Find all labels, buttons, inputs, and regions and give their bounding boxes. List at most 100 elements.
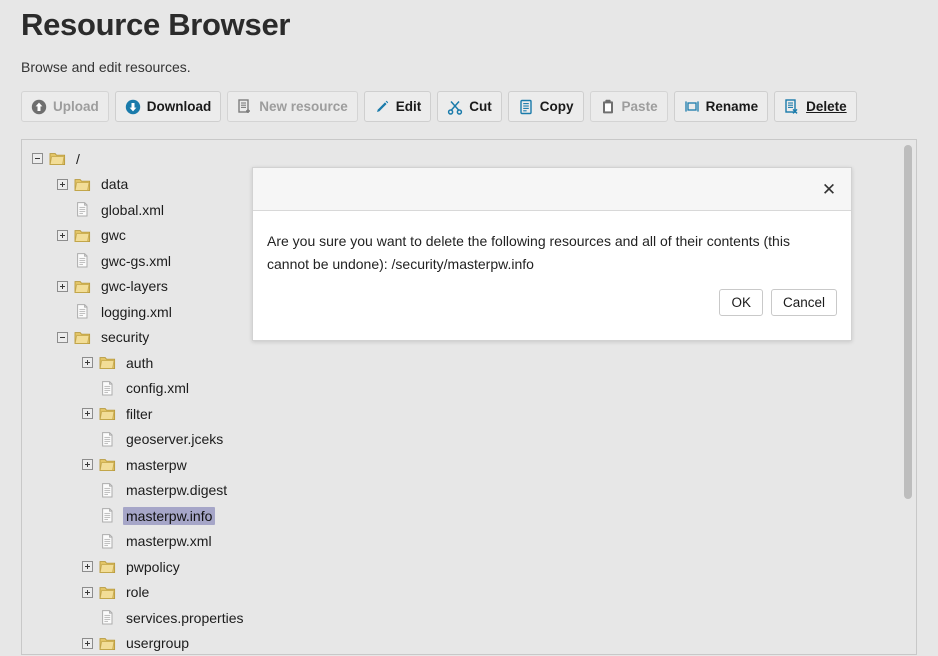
copy-button[interactable]: Copy bbox=[507, 91, 584, 122]
file-icon bbox=[99, 431, 116, 448]
tree-node[interactable]: masterpw.info bbox=[22, 503, 916, 529]
tree-node-label[interactable]: data bbox=[98, 175, 131, 193]
toolbar-button-label: Paste bbox=[621, 99, 658, 114]
tree-node-spacer bbox=[82, 536, 93, 547]
tree-node-label[interactable]: masterpw bbox=[123, 456, 190, 474]
toolbar-button-label: Upload bbox=[53, 99, 99, 114]
tree-node-spacer bbox=[82, 485, 93, 496]
folder-icon bbox=[74, 227, 91, 244]
tree-node-label[interactable]: masterpw.info bbox=[123, 506, 216, 525]
tree-node-label[interactable]: auth bbox=[123, 354, 156, 372]
collapse-node-icon[interactable] bbox=[57, 331, 68, 343]
tree-node-spacer bbox=[82, 383, 93, 394]
folder-icon bbox=[99, 354, 116, 371]
tree-node[interactable]: geoserver.jceks bbox=[22, 427, 916, 453]
tree-node[interactable]: pwpolicy bbox=[22, 554, 916, 580]
folder-icon bbox=[49, 150, 66, 167]
expand-node-icon[interactable] bbox=[82, 586, 93, 598]
tree-node[interactable]: config.xml bbox=[22, 376, 916, 402]
tree-node[interactable]: services.properties bbox=[22, 605, 916, 631]
folder-icon bbox=[99, 456, 116, 473]
folder-icon bbox=[74, 176, 91, 193]
tree-node-label[interactable]: services.properties bbox=[123, 609, 247, 627]
tree-node-label[interactable]: masterpw.digest bbox=[123, 481, 230, 499]
upload-button: Upload bbox=[21, 91, 109, 122]
expand-node-icon[interactable] bbox=[82, 357, 93, 369]
tree-node-label[interactable]: usergroup bbox=[123, 634, 192, 652]
expand-node-icon[interactable] bbox=[82, 459, 93, 471]
expand-node-icon[interactable] bbox=[57, 229, 68, 241]
file-icon bbox=[99, 533, 116, 550]
tree-node[interactable]: role bbox=[22, 580, 916, 606]
close-icon[interactable]: ✕ bbox=[817, 177, 841, 201]
tree-vertical-scrollbar[interactable] bbox=[901, 141, 915, 654]
download-button[interactable]: Download bbox=[114, 91, 222, 122]
dialog-body: Are you sure you want to delete the foll… bbox=[253, 211, 851, 316]
tree-node-label[interactable]: masterpw.xml bbox=[123, 532, 215, 550]
download-circle-icon bbox=[125, 99, 141, 115]
tree-node-label[interactable]: gwc-gs.xml bbox=[98, 252, 174, 270]
file-icon bbox=[99, 380, 116, 397]
cut-button[interactable]: Cut bbox=[437, 91, 502, 122]
new-resource-button: New resource bbox=[227, 91, 358, 122]
paste-button: Paste bbox=[589, 91, 668, 122]
folder-icon bbox=[74, 278, 91, 295]
dialog-message: Are you sure you want to delete the foll… bbox=[267, 233, 790, 272]
scissors-icon bbox=[447, 99, 463, 115]
copy-document-icon bbox=[518, 99, 534, 115]
cancel-button[interactable]: Cancel bbox=[770, 289, 837, 316]
folder-icon bbox=[99, 405, 116, 422]
file-icon bbox=[74, 303, 91, 320]
file-icon bbox=[99, 609, 116, 626]
tree-node-label[interactable]: geoserver.jceks bbox=[123, 430, 226, 448]
tree-node-label[interactable]: config.xml bbox=[123, 379, 192, 397]
toolbar-button-label: Cut bbox=[469, 99, 492, 114]
folder-icon bbox=[99, 635, 116, 652]
expand-node-icon[interactable] bbox=[57, 178, 68, 190]
delete-button[interactable]: Delete bbox=[774, 91, 857, 122]
toolbar-button-label: Delete bbox=[806, 99, 847, 114]
edit-button[interactable]: Edit bbox=[363, 91, 432, 122]
expand-node-icon[interactable] bbox=[82, 637, 93, 649]
tree-node-label[interactable]: pwpolicy bbox=[123, 558, 183, 576]
tree-node-label[interactable]: gwc bbox=[98, 226, 129, 244]
toolbar-button-label: Edit bbox=[395, 99, 422, 114]
resource-browser-page: Resource Browser Browse and edit resourc… bbox=[0, 0, 938, 656]
collapse-node-icon[interactable] bbox=[32, 153, 43, 165]
ok-button[interactable]: OK bbox=[719, 289, 763, 316]
file-icon bbox=[74, 252, 91, 269]
rename-button[interactable]: Rename bbox=[673, 91, 769, 122]
tree-node[interactable]: auth bbox=[22, 350, 916, 376]
tree-node[interactable]: masterpw.xml bbox=[22, 529, 916, 555]
tree-node-label[interactable]: logging.xml bbox=[98, 303, 175, 321]
delete-document-icon bbox=[784, 98, 800, 115]
tree-node[interactable]: masterpw bbox=[22, 452, 916, 478]
clipboard-icon bbox=[600, 99, 616, 115]
folder-icon bbox=[99, 558, 116, 575]
file-icon bbox=[74, 201, 91, 218]
toolbar-button-label: Download bbox=[146, 99, 212, 114]
toolbar: Upload Download New resource Edit Cut Copy Pas… bbox=[21, 91, 857, 122]
tree-node[interactable]: masterpw.digest bbox=[22, 478, 916, 504]
expand-node-icon[interactable] bbox=[82, 561, 93, 573]
expand-node-icon[interactable] bbox=[82, 408, 93, 420]
tree-node-label[interactable]: / bbox=[73, 150, 83, 168]
tree-node-label[interactable]: role bbox=[123, 583, 152, 601]
dialog-header: ✕ bbox=[253, 168, 851, 211]
tree-node-label[interactable]: security bbox=[98, 328, 152, 346]
tree-node[interactable]: filter bbox=[22, 401, 916, 427]
tree-node-spacer bbox=[57, 204, 68, 215]
tree-node-spacer bbox=[82, 612, 93, 623]
tree-node-label[interactable]: filter bbox=[123, 405, 155, 423]
page-subtitle: Browse and edit resources. bbox=[21, 59, 191, 75]
tree-node-label[interactable]: global.xml bbox=[98, 201, 167, 219]
folder-icon bbox=[74, 329, 91, 346]
expand-node-icon[interactable] bbox=[57, 280, 68, 292]
upload-circle-icon bbox=[31, 99, 47, 115]
delete-confirmation-dialog: ✕ Are you sure you want to delete the fo… bbox=[252, 167, 852, 341]
tree-node-label[interactable]: gwc-layers bbox=[98, 277, 171, 295]
tree-scrollbar-thumb[interactable] bbox=[904, 145, 912, 499]
tree-node[interactable]: usergroup bbox=[22, 631, 916, 655]
tree-node-spacer bbox=[82, 510, 93, 521]
file-icon bbox=[99, 482, 116, 499]
